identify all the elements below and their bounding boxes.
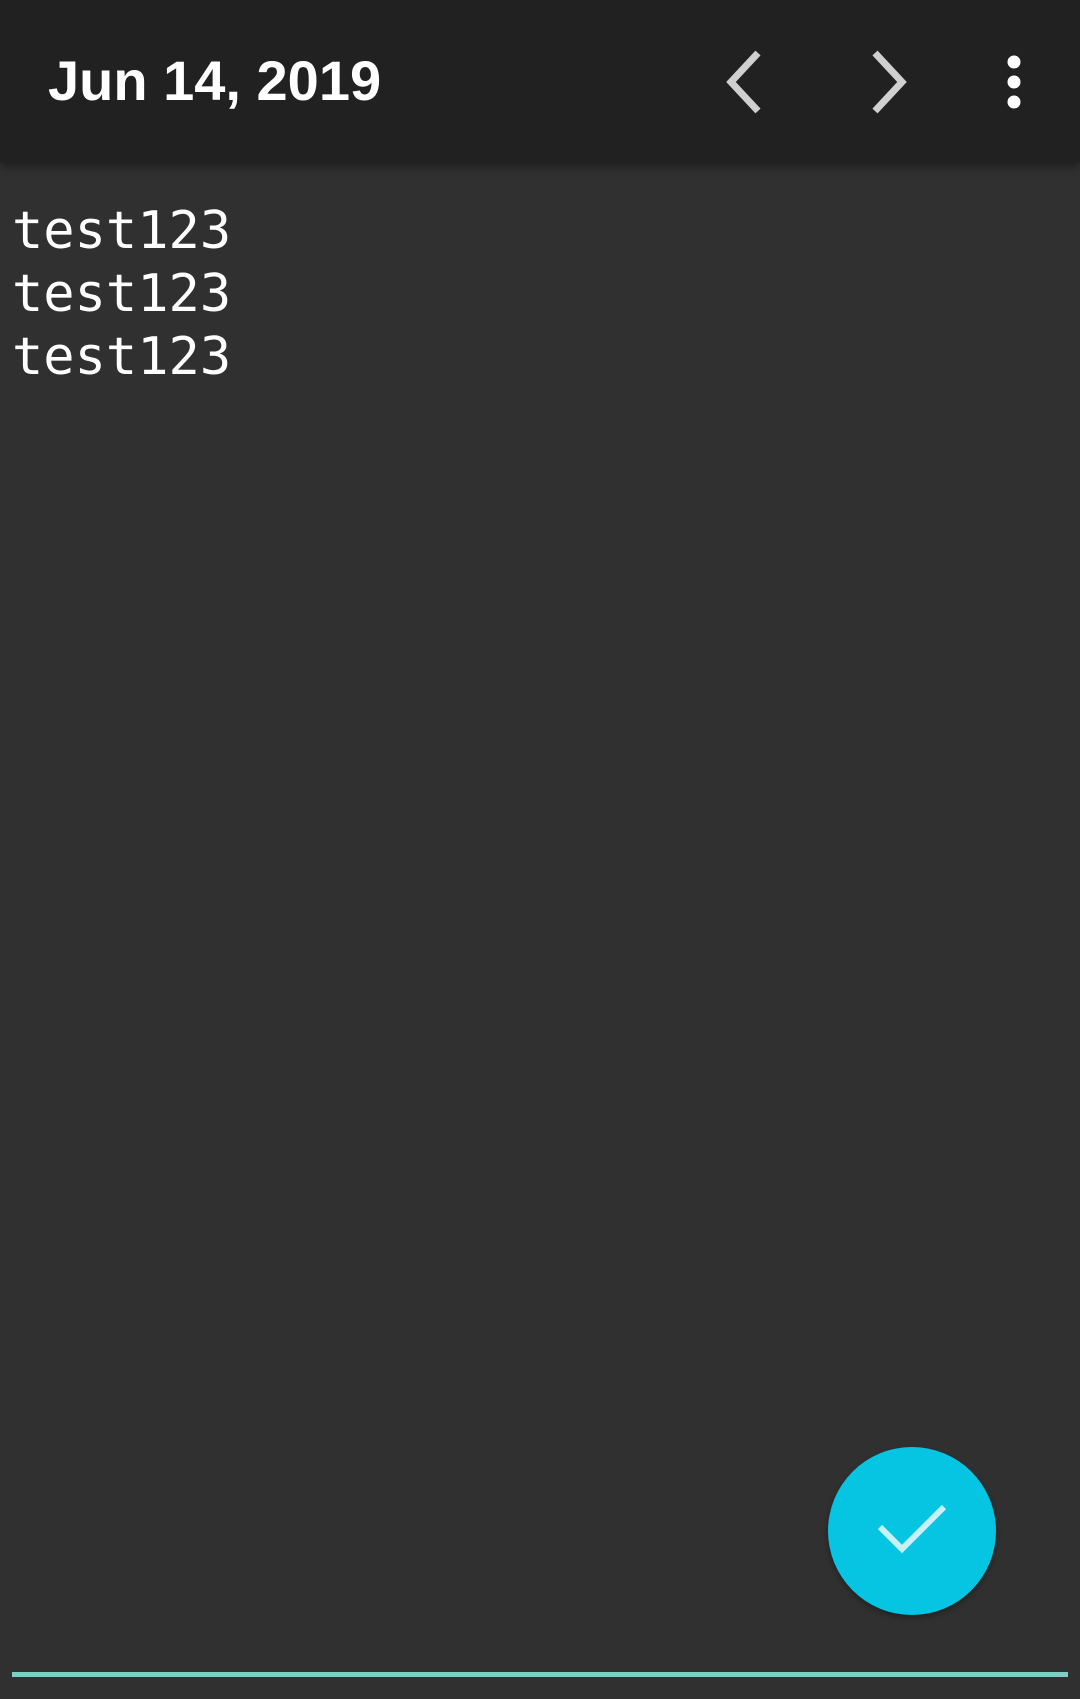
page-title: Jun 14, 2019: [48, 49, 382, 112]
more-options-button[interactable]: [966, 36, 1062, 128]
previous-day-button[interactable]: [697, 36, 793, 128]
chevron-right-icon: [872, 50, 907, 114]
more-vertical-icon: [1007, 55, 1021, 109]
text-field-underline: [12, 1672, 1068, 1677]
note-editor-screen: Jun 14, 2019 test123 test123 test123: [0, 0, 1080, 1699]
app-toolbar: Jun 14, 2019: [0, 0, 1080, 163]
next-day-button[interactable]: [840, 36, 936, 128]
chevron-left-icon: [726, 50, 761, 114]
note-text-field[interactable]: test123 test123 test123: [12, 200, 231, 389]
check-icon: [877, 1504, 947, 1554]
save-fab-button[interactable]: [828, 1447, 996, 1615]
